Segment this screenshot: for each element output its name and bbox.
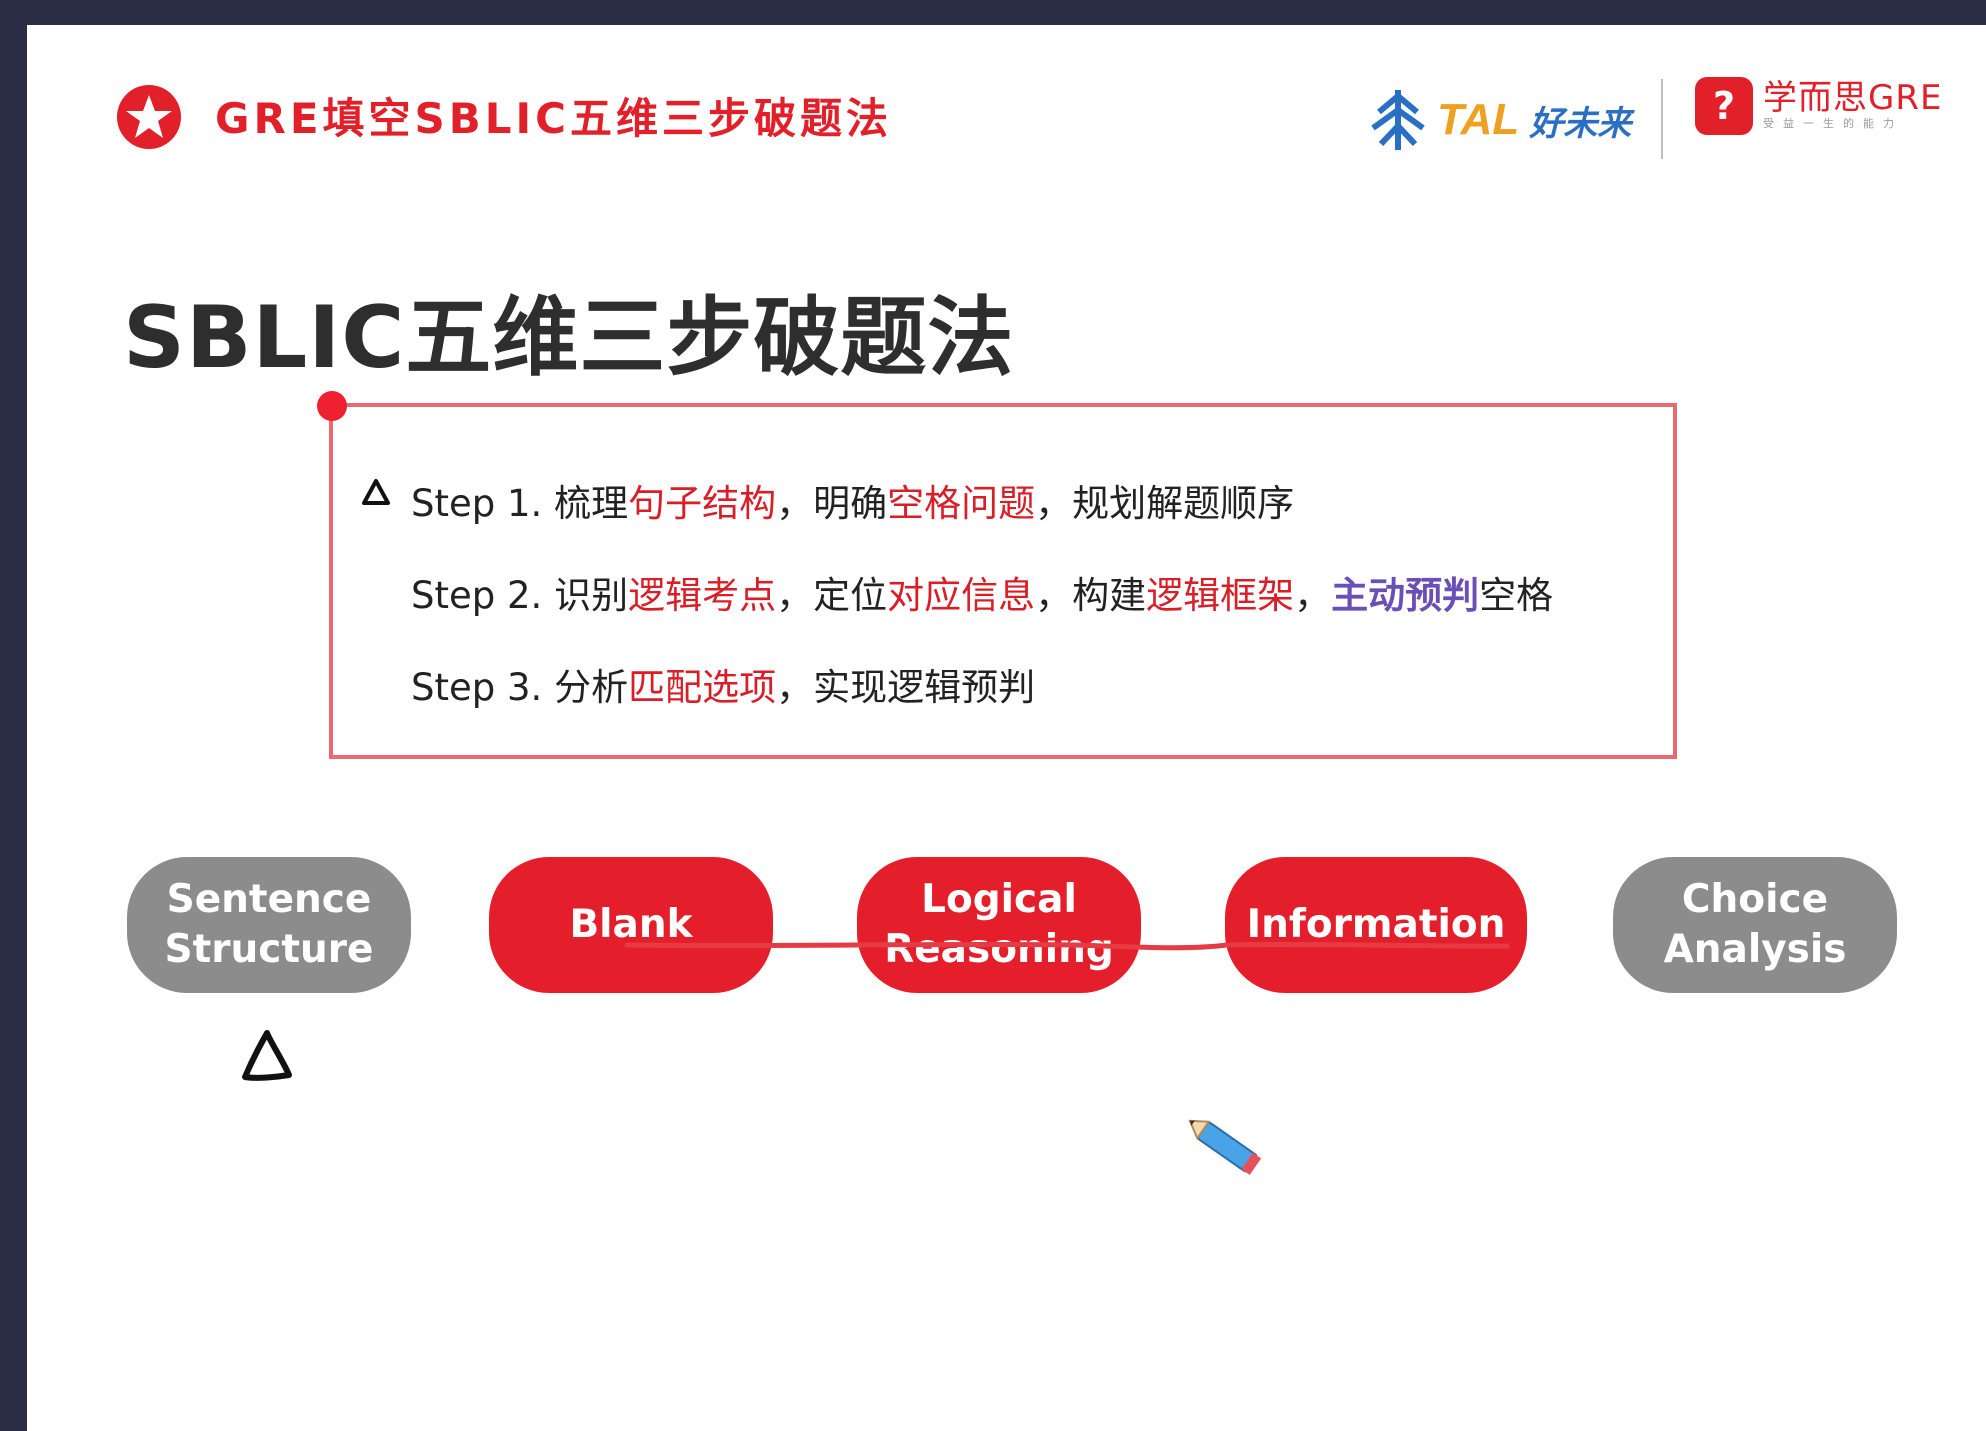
pill-logical-line1: Logical (921, 877, 1077, 922)
step-text: ， (1294, 574, 1332, 617)
xes-logo-slogan: 受益一生的能力 (1763, 117, 1903, 130)
xes-logo: ? 学而思GRE 受益一生的能力 (1695, 77, 1942, 135)
logo-divider (1661, 79, 1663, 159)
step-text: 空格 (1479, 574, 1554, 617)
pill-choice-line1: Choice (1681, 877, 1829, 922)
step-highlight-text: 句子结构 (628, 482, 777, 525)
step-text: ，明确 (776, 482, 888, 525)
pill-sentence-line1: Sentence (166, 877, 372, 922)
step-highlight-text: 空格问题 (887, 482, 1036, 525)
tree-logo-icon (1371, 90, 1425, 150)
star-badge-icon (117, 85, 181, 149)
step-3: Step 3. 分析匹配选项，实现逻辑预判 (411, 657, 1035, 711)
pill-choice-line2: Analysis (1663, 927, 1847, 972)
slide: GRE填空SBLIC五维三步破题法 TAL 好未来 ? 学而思GRE 受益一生的… (27, 25, 1986, 1431)
xes-logo-text: 学而思GRE (1763, 78, 1943, 118)
pill-blank: Blank (489, 857, 773, 993)
page-title: SBLIC五维三步破题法 (123, 288, 1015, 388)
step-label: Step 2. (411, 574, 555, 617)
pill-logical-line2: Reasoning (884, 927, 1114, 972)
step-highlight-text: 逻辑考点 (628, 574, 777, 617)
step-highlight-text: 匹配选项 (628, 666, 777, 709)
xes-badge-icon: ? (1695, 77, 1753, 135)
pill-logical-reasoning: Logical Reasoning (857, 857, 1141, 993)
triangle-annotation-icon (362, 479, 390, 505)
step-text: ，构建 (1035, 574, 1147, 617)
pill-choice-analysis: Choice Analysis (1613, 857, 1897, 993)
step-text: 分析 (554, 666, 629, 709)
triangle-annotation-icon-2 (242, 1030, 292, 1081)
step-text: ，规划解题顺序 (1035, 482, 1295, 525)
pencil-cursor-icon (1188, 1119, 1262, 1175)
step-text: 识别 (554, 574, 629, 617)
pill-information: Information (1225, 857, 1527, 993)
pill-blank-label: Blank (569, 902, 693, 947)
tal-logo-cn: 好未来 (1529, 103, 1632, 144)
step-label: Step 3. (411, 666, 555, 709)
pill-sentence-structure: Sentence Structure (127, 857, 411, 993)
pill-information-label: Information (1246, 902, 1506, 947)
step-label: Step 1. (411, 482, 555, 525)
tal-logo-text: TAL (1437, 95, 1520, 144)
step-highlight-text: 主动预判 (1331, 574, 1480, 617)
step-text: ，定位 (776, 574, 888, 617)
laser-pointer-dot (317, 391, 347, 421)
pill-sentence-line2: Structure (164, 927, 374, 972)
step-highlight-text: 对应信息 (887, 574, 1036, 617)
step-highlight-text: 逻辑框架 (1146, 574, 1295, 617)
step-text: 梳理 (554, 482, 629, 525)
tal-logo: TAL 好未来 (1367, 75, 1631, 165)
step-text: ，实现逻辑预判 (776, 666, 1036, 709)
header-title: GRE填空SBLIC五维三步破题法 (215, 94, 892, 143)
step-2: Step 2. 识别逻辑考点，定位对应信息，构建逻辑框架，主动预判空格 (411, 565, 1553, 619)
step-1: Step 1. 梳理句子结构，明确空格问题，规划解题顺序 (411, 473, 1294, 527)
